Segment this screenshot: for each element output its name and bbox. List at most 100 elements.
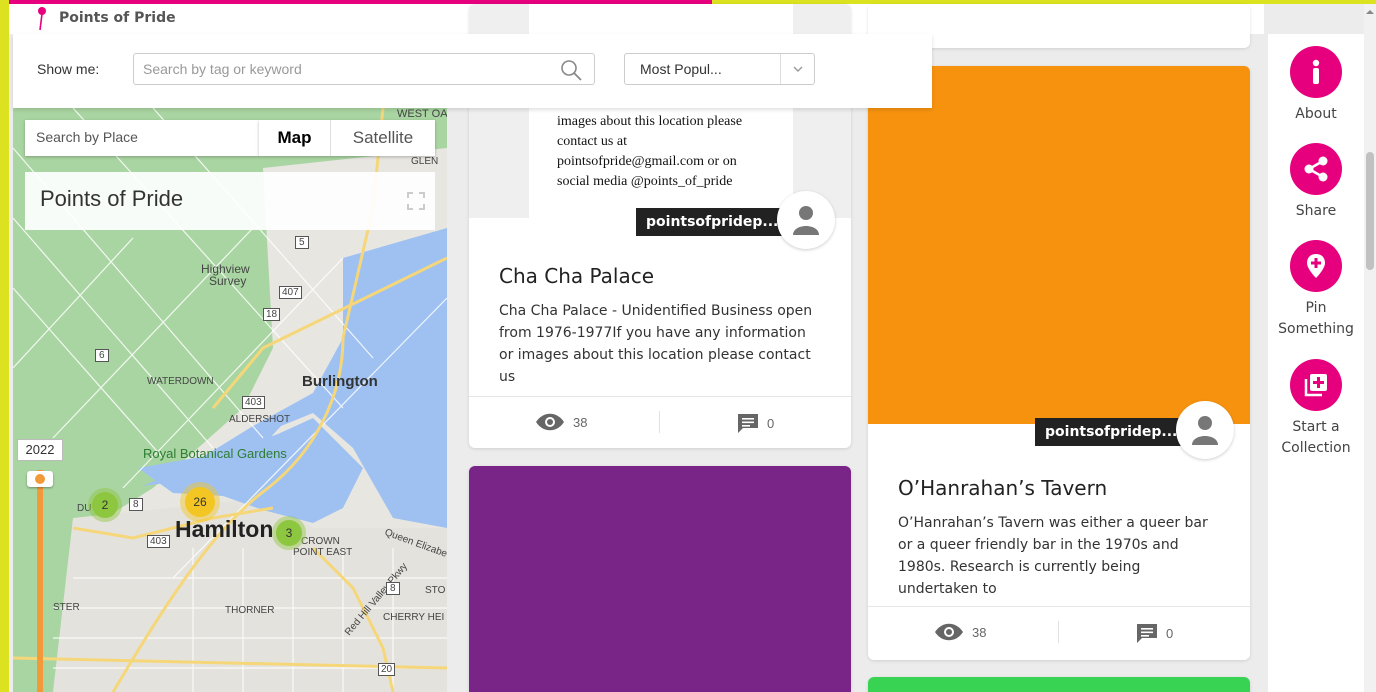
- comments-stat[interactable]: 0: [737, 413, 774, 433]
- eye-icon: [935, 623, 963, 641]
- about-label: About: [1295, 106, 1337, 122]
- collection-label-line2: Collection: [1281, 440, 1351, 456]
- map-label: CROWN: [301, 536, 340, 547]
- chevron-down-icon[interactable]: [791, 62, 805, 76]
- page: Points of Pride images about this locati…: [0, 0, 1376, 692]
- pin-label: Pin Something: [1268, 298, 1364, 340]
- map-cluster[interactable]: 2: [92, 492, 118, 518]
- footer-divider: [1058, 621, 1059, 643]
- search-box: [133, 53, 595, 85]
- map-title: Points of Pride: [40, 186, 184, 211]
- views-count: 38: [573, 414, 588, 430]
- doc-line: images about this location please: [557, 114, 743, 129]
- scroll-up-arrow-icon[interactable]: [1366, 8, 1374, 16]
- info-icon[interactable]: [1290, 46, 1342, 98]
- map-label: POINT EAST: [293, 547, 353, 558]
- map-label: STER: [53, 602, 80, 613]
- card-description: Cha Cha Palace - Unidentified Business o…: [499, 303, 813, 385]
- map-view-button[interactable]: Map: [259, 120, 331, 156]
- card-ohanrahans-tavern[interactable]: pointsofpridep... O’Hanrahan’s Tavern O’…: [868, 66, 1250, 660]
- comments-count: 0: [1166, 625, 1174, 641]
- sort-select[interactable]: Most Popul...: [624, 53, 815, 85]
- show-me-label: Show me:: [37, 61, 100, 77]
- road-shield: 403: [147, 535, 170, 548]
- map-label: Burlington: [302, 373, 378, 390]
- road-shield: 403: [242, 396, 265, 409]
- add-pin-icon[interactable]: [1290, 240, 1342, 292]
- card-description: O’Hanrahan’s Tavern was either a queer b…: [898, 515, 1208, 597]
- year-badge: 2022: [17, 439, 63, 461]
- footer-divider: [659, 411, 660, 433]
- road-shield: 407: [279, 286, 302, 299]
- card-image[interactable]: [868, 677, 1250, 692]
- comments-stat[interactable]: 0: [1136, 623, 1173, 643]
- card-green[interactable]: [868, 677, 1250, 692]
- card-purple[interactable]: [469, 466, 851, 692]
- map-label: Royal Botanical Gardens: [143, 446, 287, 461]
- views-count: 38: [972, 624, 987, 640]
- map-label: ALDERSHOT: [229, 414, 291, 425]
- road-shield: 8: [129, 498, 143, 511]
- map-cluster[interactable]: 3: [276, 520, 302, 546]
- map-label: Hamilton: [175, 516, 274, 542]
- road-shield: 20: [378, 663, 396, 676]
- card-title[interactable]: O’Hanrahan’s Tavern: [898, 476, 1107, 500]
- author-tag[interactable]: pointsofpridep...: [636, 208, 789, 236]
- road-shield: 5: [295, 236, 309, 249]
- left-accent-yellow: [0, 0, 9, 692]
- start-collection-button[interactable]: Start a Collection: [1268, 359, 1364, 459]
- doc-line: pointsofpride@gmail.com or on: [557, 154, 737, 169]
- road-shield: 6: [95, 349, 109, 362]
- satellite-view-button[interactable]: Satellite: [331, 120, 435, 156]
- user-icon: [1192, 416, 1218, 445]
- user-icon: [793, 206, 819, 235]
- pin-label-line1: Pin: [1305, 300, 1327, 316]
- card-image[interactable]: [868, 66, 1250, 424]
- collection-label: Start a Collection: [1268, 417, 1364, 459]
- share-icon[interactable]: [1290, 143, 1342, 195]
- collection-label-line1: Start a: [1292, 419, 1340, 435]
- map-label: STO: [425, 585, 446, 596]
- eye-icon: [536, 413, 564, 431]
- map-label: CHERRY HEI: [383, 612, 445, 623]
- avatar[interactable]: [777, 191, 835, 249]
- pin-icon: [38, 7, 46, 31]
- card-title[interactable]: Cha Cha Palace: [499, 264, 654, 288]
- search-icon[interactable]: [560, 59, 582, 81]
- app-title[interactable]: Points of Pride: [59, 10, 176, 26]
- share-label: Share: [1295, 203, 1337, 219]
- road-shield: 18: [263, 308, 281, 321]
- action-sidebar: About Share Pin Something Start a Collec…: [1268, 34, 1364, 692]
- map-label: WEST OA: [397, 108, 447, 120]
- map-label: Survey: [209, 274, 247, 288]
- share-button[interactable]: Share: [1268, 143, 1364, 222]
- pin-something-button[interactable]: Pin Something: [1268, 240, 1364, 340]
- map-label: GLEN: [411, 156, 439, 167]
- card-footer: 38 0: [469, 396, 851, 448]
- comments-count: 0: [767, 415, 775, 431]
- year-slider-track[interactable]: [37, 470, 43, 692]
- map-cluster[interactable]: 26: [185, 487, 215, 517]
- fullscreen-icon[interactable]: [407, 192, 425, 210]
- card-image[interactable]: [469, 466, 851, 692]
- road-shield: 8: [386, 582, 400, 595]
- year-slider-handle[interactable]: [27, 471, 53, 487]
- about-button[interactable]: About: [1268, 46, 1364, 125]
- map-place-search[interactable]: Search by Place: [25, 120, 259, 156]
- scroll-thumb[interactable]: [1366, 152, 1374, 270]
- map-label: DU: [77, 503, 92, 514]
- add-collection-icon[interactable]: [1290, 359, 1342, 411]
- card-footer: 38 0: [868, 606, 1250, 658]
- sort-divider: [780, 54, 781, 84]
- author-tag[interactable]: pointsofpridep...: [1035, 418, 1188, 446]
- comment-icon: [738, 414, 758, 433]
- doc-line: social media @points_of_pride: [557, 174, 733, 189]
- search-input[interactable]: [134, 54, 544, 84]
- map-label: WATERDOWN: [147, 376, 214, 387]
- avatar[interactable]: [1176, 401, 1234, 459]
- filter-bar: Show me: Most Popul...: [13, 34, 932, 108]
- map-title-box: Points of Pride: [25, 172, 435, 230]
- page-scrollbar[interactable]: [1364, 4, 1376, 692]
- views-stat: 38: [934, 623, 986, 641]
- map-view[interactable]: WEST OA GLEN Highview Survey Burlington …: [13, 108, 447, 692]
